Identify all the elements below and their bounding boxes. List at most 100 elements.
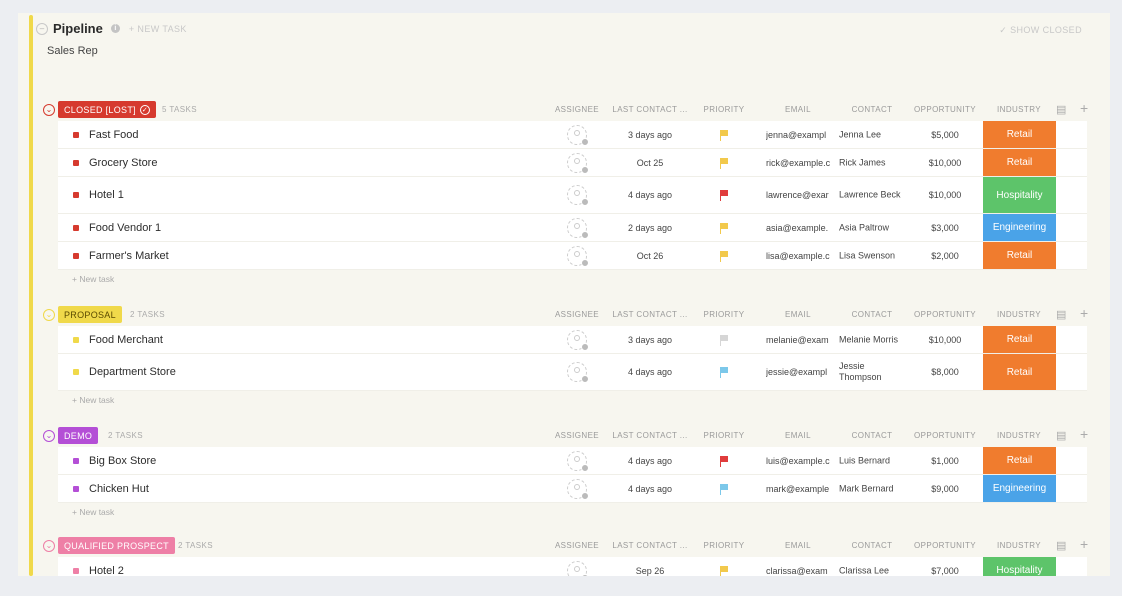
- column-header[interactable]: CONTACT: [832, 431, 912, 440]
- column-header[interactable]: PRIORITY: [684, 310, 764, 319]
- column-header[interactable]: OPPORTUNITY: [905, 105, 985, 114]
- new-task-link[interactable]: + New task: [72, 274, 114, 284]
- column-header[interactable]: ASSIGNEE: [537, 541, 617, 550]
- last-contact-date[interactable]: 3 days ago: [610, 130, 690, 140]
- column-header[interactable]: ASSIGNEE: [537, 310, 617, 319]
- industry-tag[interactable]: Retail: [983, 242, 1056, 269]
- column-header[interactable]: EMAIL: [758, 310, 838, 319]
- column-header[interactable]: INDUSTRY: [979, 105, 1059, 114]
- task-row[interactable]: Chicken Hut 4 days ago mark@example Mark Be…: [58, 475, 1087, 503]
- contact-name[interactable]: Lisa Swenson: [839, 250, 901, 261]
- task-row[interactable]: Farmer's Market Oct 26 lisa@example.c Lisa …: [58, 242, 1087, 270]
- last-contact-date[interactable]: 3 days ago: [610, 335, 690, 345]
- info-icon[interactable]: i: [110, 24, 120, 33]
- priority-flag-icon[interactable]: [720, 455, 730, 467]
- table-settings-icon[interactable]: ▤: [1056, 539, 1066, 552]
- email-field[interactable]: lisa@example.c: [766, 251, 830, 261]
- last-contact-date[interactable]: 4 days ago: [610, 190, 690, 200]
- email-field[interactable]: clarissa@exam: [766, 566, 830, 576]
- collapse-group-icon[interactable]: ⌄: [43, 430, 55, 442]
- task-name[interactable]: Food Vendor 1: [89, 222, 161, 234]
- add-column-icon[interactable]: +: [1080, 536, 1088, 552]
- assign-user-icon[interactable]: [567, 152, 589, 174]
- opportunity-value[interactable]: $3,000: [915, 223, 975, 233]
- assign-user-icon[interactable]: [567, 478, 589, 500]
- add-column-icon[interactable]: +: [1080, 100, 1088, 116]
- contact-name[interactable]: Melanie Morris: [839, 334, 901, 345]
- column-header[interactable]: EMAIL: [758, 105, 838, 114]
- contact-name[interactable]: Lawrence Beck: [839, 190, 901, 201]
- email-field[interactable]: asia@example.: [766, 223, 830, 233]
- assign-user-icon[interactable]: [567, 217, 589, 239]
- priority-flag-icon[interactable]: [720, 334, 730, 346]
- add-column-icon[interactable]: +: [1080, 305, 1088, 321]
- contact-name[interactable]: Clarissa Lee: [839, 565, 901, 576]
- column-header[interactable]: LAST CONTACT ...: [610, 105, 690, 114]
- task-name[interactable]: Grocery Store: [89, 157, 157, 169]
- contact-name[interactable]: Luis Bernard: [839, 455, 901, 466]
- email-field[interactable]: lawrence@exar: [766, 190, 830, 200]
- collapse-icon[interactable]: –: [36, 22, 48, 35]
- priority-flag-icon[interactable]: [720, 129, 730, 141]
- last-contact-date[interactable]: Sep 26: [610, 566, 690, 576]
- industry-tag[interactable]: Retail: [983, 149, 1056, 176]
- industry-tag[interactable]: Retail: [983, 121, 1056, 148]
- status-badge[interactable]: PROPOSAL: [58, 306, 122, 323]
- column-header[interactable]: LAST CONTACT ...: [610, 310, 690, 319]
- priority-flag-icon[interactable]: [720, 222, 730, 234]
- email-field[interactable]: melanie@exam: [766, 335, 830, 345]
- industry-tag[interactable]: Hospitality: [983, 557, 1056, 576]
- opportunity-value[interactable]: $2,000: [915, 251, 975, 261]
- task-row[interactable]: Grocery Store Oct 25 rick@example.c Rick Ja…: [58, 149, 1087, 177]
- status-badge[interactable]: DEMO: [58, 427, 99, 444]
- priority-flag-icon[interactable]: [720, 483, 730, 495]
- new-task-link[interactable]: + New task: [72, 395, 114, 405]
- column-header[interactable]: OPPORTUNITY: [905, 541, 985, 550]
- industry-tag[interactable]: Retail: [983, 326, 1056, 353]
- contact-name[interactable]: Jessie Thompson: [839, 361, 901, 383]
- opportunity-value[interactable]: $5,000: [915, 130, 975, 140]
- status-badge[interactable]: QUALIFIED PROSPECT: [58, 537, 175, 554]
- table-settings-icon[interactable]: ▤: [1056, 308, 1066, 321]
- column-header[interactable]: CONTACT: [832, 541, 912, 550]
- opportunity-value[interactable]: $9,000: [915, 484, 975, 494]
- opportunity-value[interactable]: $10,000: [915, 190, 975, 200]
- priority-flag-icon[interactable]: [720, 157, 730, 169]
- task-row[interactable]: Food Merchant 3 days ago melanie@exam Melan…: [58, 326, 1087, 354]
- last-contact-date[interactable]: Oct 26: [610, 251, 690, 261]
- opportunity-value[interactable]: $10,000: [915, 335, 975, 345]
- collapse-group-icon[interactable]: ⌄: [43, 540, 55, 552]
- task-row[interactable]: Fast Food 3 days ago jenna@exampl Jenna Lee…: [58, 121, 1087, 149]
- priority-flag-icon[interactable]: [720, 565, 730, 576]
- status-badge[interactable]: CLOSED [LOST] ✓: [58, 101, 156, 118]
- industry-tag[interactable]: Engineering: [983, 475, 1056, 502]
- assign-user-icon[interactable]: [567, 362, 589, 383]
- task-row[interactable]: Big Box Store 4 days ago luis@example.c Lui…: [58, 447, 1087, 475]
- show-closed-toggle[interactable]: ✓ SHOW CLOSED: [999, 25, 1082, 36]
- assign-user-icon[interactable]: [567, 185, 589, 206]
- contact-name[interactable]: Rick James: [839, 157, 901, 168]
- task-row[interactable]: Hotel 1 4 days ago lawrence@exar Lawrence B…: [58, 177, 1087, 214]
- task-row[interactable]: Food Vendor 1 2 days ago asia@example. Asia…: [58, 214, 1087, 242]
- industry-tag[interactable]: Hospitality: [983, 177, 1056, 213]
- column-header[interactable]: CONTACT: [832, 105, 912, 114]
- assign-user-icon[interactable]: [567, 329, 589, 351]
- column-header[interactable]: INDUSTRY: [979, 541, 1059, 550]
- task-row[interactable]: Department Store 4 days ago jessie@exampl J…: [58, 354, 1087, 391]
- opportunity-value[interactable]: $7,000: [915, 566, 975, 576]
- task-name[interactable]: Chicken Hut: [89, 483, 149, 495]
- last-contact-date[interactable]: 4 days ago: [610, 367, 690, 377]
- table-settings-icon[interactable]: ▤: [1056, 103, 1066, 116]
- column-header[interactable]: LAST CONTACT ...: [610, 431, 690, 440]
- task-name[interactable]: Hotel 2: [89, 565, 124, 577]
- assign-user-icon[interactable]: [567, 124, 589, 146]
- column-header[interactable]: OPPORTUNITY: [905, 310, 985, 319]
- add-column-icon[interactable]: +: [1080, 426, 1088, 442]
- task-name[interactable]: Big Box Store: [89, 455, 156, 467]
- email-field[interactable]: rick@example.c: [766, 158, 830, 168]
- email-field[interactable]: mark@example: [766, 484, 830, 494]
- industry-tag[interactable]: Retail: [983, 354, 1056, 390]
- opportunity-value[interactable]: $8,000: [915, 367, 975, 377]
- last-contact-date[interactable]: 4 days ago: [610, 456, 690, 466]
- last-contact-date[interactable]: Oct 25: [610, 158, 690, 168]
